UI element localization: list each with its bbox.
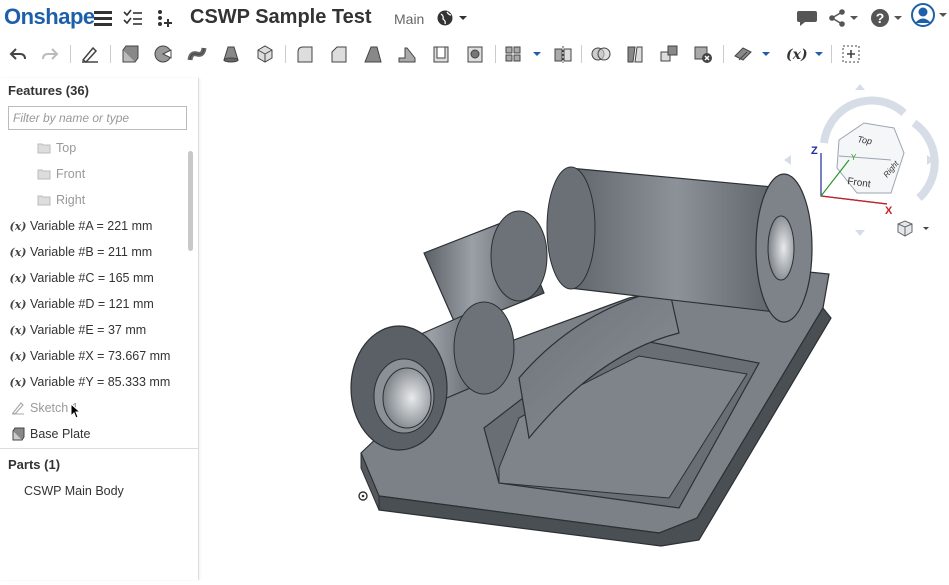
parts-title: Parts (1) bbox=[8, 457, 61, 472]
sketch-icon bbox=[9, 401, 27, 415]
rotate-down-icon[interactable] bbox=[855, 230, 865, 236]
features-title: Features (36) bbox=[8, 83, 89, 98]
variable-icon: (x) bbox=[9, 271, 27, 285]
onshape-logo[interactable]: Onshape bbox=[4, 4, 95, 30]
feature-label: Variable #C = 165 mm bbox=[30, 271, 154, 285]
loft-icon[interactable] bbox=[221, 44, 241, 64]
view-orientation-dropdown[interactable] bbox=[897, 220, 929, 237]
feature-list: Top Front Right (x) Variable #A = 221 mm… bbox=[0, 135, 186, 447]
feature-row[interactable]: Front bbox=[0, 161, 186, 187]
extrude-icon bbox=[9, 427, 27, 441]
insert-icon[interactable] bbox=[155, 8, 173, 28]
variable-icon: (x) bbox=[9, 297, 27, 311]
variable-icon: (x) bbox=[9, 375, 27, 389]
rotate-left-icon[interactable] bbox=[784, 155, 791, 165]
delete-part-icon[interactable] bbox=[693, 44, 713, 64]
variable-icon: (x) bbox=[9, 349, 27, 363]
transform-icon[interactable] bbox=[659, 44, 679, 64]
comment-icon[interactable] bbox=[796, 8, 818, 28]
feature-row[interactable]: (x) Variable #D = 121 mm bbox=[0, 291, 186, 317]
feature-row[interactable]: (x) Variable #Y = 85.333 mm bbox=[0, 369, 186, 395]
folder-icon bbox=[35, 142, 53, 154]
shell-icon[interactable] bbox=[431, 44, 451, 64]
undo-icon[interactable] bbox=[8, 44, 28, 64]
folder-icon bbox=[35, 194, 53, 206]
feature-label: Top bbox=[56, 141, 77, 155]
feature-toolbar: (x) bbox=[0, 36, 949, 72]
feature-label: Variable #D = 121 mm bbox=[30, 297, 154, 311]
variable-icon: (x) bbox=[9, 323, 27, 337]
chamfer-icon[interactable] bbox=[329, 44, 349, 64]
document-title[interactable]: CSWP Sample Test bbox=[190, 6, 372, 29]
fillet-icon[interactable] bbox=[295, 44, 315, 64]
feature-label: Front bbox=[56, 167, 86, 181]
svg-text:?: ? bbox=[876, 10, 885, 26]
part-item[interactable]: CSWP Main Body bbox=[24, 484, 124, 498]
hole-icon[interactable] bbox=[465, 44, 485, 64]
graphics-viewport[interactable]: Top Front Right Z X Y bbox=[199, 78, 949, 580]
feature-panel: Features (36) Top Front Right (x) Variab… bbox=[0, 78, 199, 580]
sketch-icon[interactable] bbox=[80, 44, 100, 64]
plane-icon[interactable] bbox=[733, 44, 773, 64]
split-icon[interactable] bbox=[625, 44, 645, 64]
redo-icon[interactable] bbox=[40, 44, 60, 64]
feature-list-icon[interactable] bbox=[123, 8, 143, 28]
variable-icon: (x) bbox=[9, 245, 27, 259]
filter-input[interactable] bbox=[8, 106, 187, 130]
feature-label: Variable #X = 73.667 mm bbox=[30, 349, 171, 363]
help-icon[interactable]: ? bbox=[871, 8, 905, 28]
globe-icon[interactable] bbox=[437, 8, 467, 28]
feature-label: Variable #Y = 85.333 mm bbox=[30, 375, 171, 389]
thicken-icon[interactable] bbox=[255, 44, 275, 64]
feature-label: Right bbox=[56, 193, 86, 207]
view-cube-front[interactable]: Front bbox=[847, 176, 872, 190]
feature-row[interactable]: Base Plate bbox=[0, 421, 186, 447]
mirror-icon[interactable] bbox=[553, 44, 573, 64]
variable-icon: (x) bbox=[9, 219, 27, 233]
top-bar: Onshape CSWP Sample Test Main ? bbox=[0, 0, 949, 36]
feature-row[interactable]: (x) Variable #B = 211 mm bbox=[0, 239, 186, 265]
feature-label: Variable #A = 221 mm bbox=[30, 219, 153, 233]
pattern-icon[interactable] bbox=[504, 44, 544, 64]
axis-y-label: Y bbox=[851, 153, 857, 162]
feature-row[interactable]: (x) Variable #A = 221 mm bbox=[0, 213, 186, 239]
feature-row[interactable]: (x) Variable #C = 165 mm bbox=[0, 265, 186, 291]
feature-list-scrollbar[interactable] bbox=[188, 151, 193, 251]
divider bbox=[0, 448, 198, 449]
feature-label: Base Plate bbox=[30, 427, 91, 441]
feature-label: Variable #E = 37 mm bbox=[30, 323, 147, 337]
mouse-cursor-icon bbox=[70, 403, 82, 419]
variable-icon[interactable]: (x) bbox=[786, 44, 826, 64]
model-render: Top Front Right Z X Y bbox=[350, 84, 939, 547]
feature-label: Variable #B = 211 mm bbox=[30, 245, 153, 259]
sweep-icon[interactable] bbox=[187, 44, 207, 64]
user-icon[interactable] bbox=[911, 3, 949, 27]
axis-z-label: Z bbox=[811, 145, 818, 157]
rib-icon[interactable] bbox=[397, 44, 417, 64]
draft-icon[interactable] bbox=[363, 44, 383, 64]
feature-row[interactable]: Right bbox=[0, 187, 186, 213]
workspace-name[interactable]: Main bbox=[394, 11, 424, 27]
share-icon[interactable] bbox=[828, 8, 862, 28]
axis-x-label: X bbox=[885, 205, 893, 217]
boolean-icon[interactable] bbox=[591, 44, 611, 64]
feature-row[interactable]: Sketch 1 bbox=[0, 395, 186, 421]
configuration-icon[interactable] bbox=[841, 44, 861, 64]
rotate-up-icon[interactable] bbox=[855, 84, 865, 90]
folder-icon bbox=[35, 168, 53, 180]
extrude-icon[interactable] bbox=[119, 44, 139, 64]
feature-row[interactable]: (x) Variable #E = 37 mm bbox=[0, 317, 186, 343]
feature-row[interactable]: (x) Variable #X = 73.667 mm bbox=[0, 343, 186, 369]
feature-row[interactable]: Top bbox=[0, 135, 186, 161]
menu-icon[interactable] bbox=[94, 8, 112, 28]
svg-text:(x): (x) bbox=[786, 47, 808, 63]
revolve-icon[interactable] bbox=[153, 44, 173, 64]
boss-cylinder-large bbox=[546, 166, 813, 323]
